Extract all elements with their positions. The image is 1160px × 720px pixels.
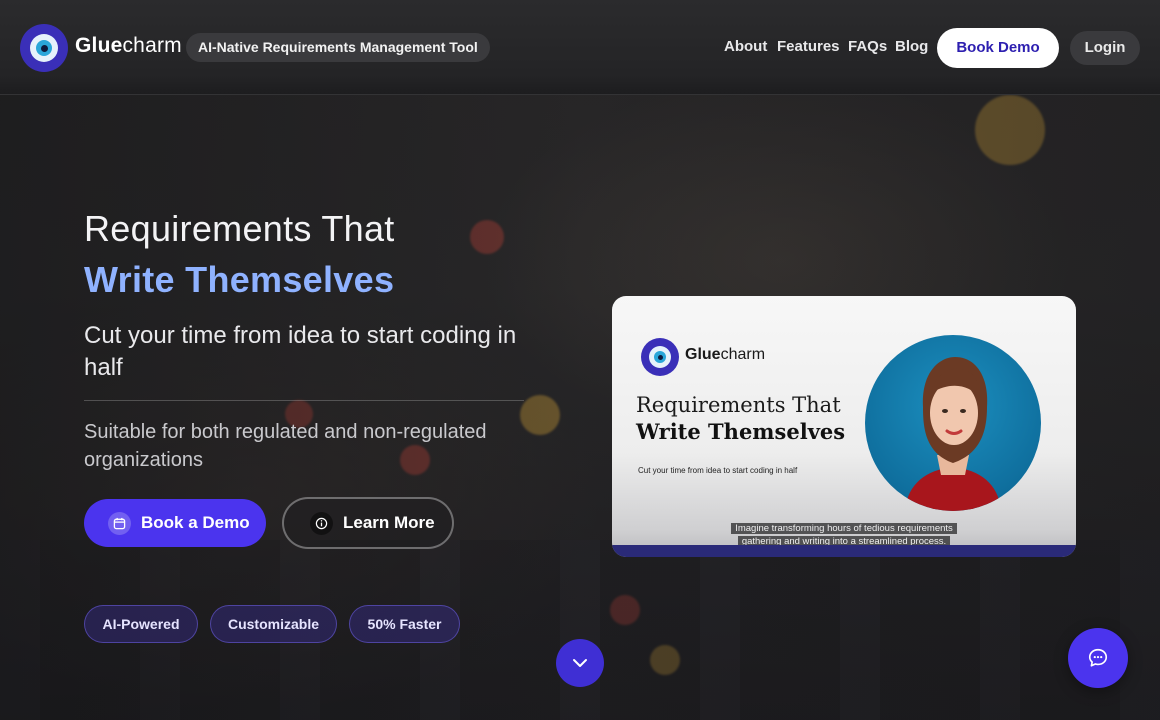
- video-brand-light: charm: [720, 346, 766, 363]
- book-demo-button[interactable]: Book Demo: [937, 28, 1059, 68]
- hero-title-line1: Requirements That: [84, 208, 395, 249]
- book-a-demo-button[interactable]: Book a Demo: [84, 499, 266, 547]
- tagline-badge: AI-Native Requirements Management Tool: [186, 33, 490, 62]
- video-title-line1: Requirements That: [636, 393, 841, 417]
- chat-bubble-icon: [1088, 648, 1108, 667]
- hero-divider: [84, 400, 524, 401]
- info-icon: [310, 511, 333, 535]
- hero-subtitle: Cut your time from idea to start coding …: [84, 322, 517, 381]
- book-a-demo-label: Book a Demo: [141, 513, 250, 532]
- learn-more-button[interactable]: Learn More: [282, 497, 454, 549]
- nav-blog[interactable]: Blog: [895, 38, 928, 55]
- login-button[interactable]: Login: [1070, 31, 1140, 65]
- hero-description: Suitable for both regulated and non-regu…: [84, 421, 487, 471]
- brand-light: charm: [122, 34, 182, 57]
- video-progress-bar[interactable]: [612, 545, 1076, 557]
- video-caption-line1: Imagine transforming hours of tedious re…: [731, 523, 957, 534]
- chat-button[interactable]: [1068, 628, 1128, 688]
- feature-chip: Customizable: [210, 605, 337, 643]
- site-header: Gluecharm AI-Native Requirements Managem…: [0, 0, 1160, 95]
- nav-features[interactable]: Features: [777, 38, 840, 55]
- video-brand: Gluecharm: [685, 346, 765, 364]
- video-tagline: Cut your time from idea to start coding …: [638, 466, 798, 475]
- logo-eye-icon[interactable]: [20, 24, 68, 72]
- calendar-icon: [108, 511, 131, 535]
- video-brand-bold: Glue: [685, 346, 721, 363]
- chevron-down-icon: [573, 659, 587, 667]
- demo-video-player[interactable]: Gluecharm Requirements That Write Themse…: [612, 296, 1076, 557]
- learn-more-label: Learn More: [343, 513, 435, 532]
- nav-about[interactable]: About: [724, 38, 767, 55]
- video-logo-eye-icon: [641, 338, 679, 376]
- presenter-portrait: [865, 335, 1041, 511]
- feature-chip: 50% Faster: [349, 605, 460, 643]
- nav-faqs[interactable]: FAQs: [848, 38, 887, 55]
- video-title-line2: Write Themselves: [636, 419, 846, 444]
- hero-title-line2: Write Themselves: [84, 259, 395, 300]
- scroll-down-button[interactable]: [556, 639, 604, 687]
- brand-name[interactable]: Gluecharm: [75, 34, 182, 58]
- feature-chip: AI-Powered: [84, 605, 198, 643]
- brand-bold: Glue: [75, 34, 123, 57]
